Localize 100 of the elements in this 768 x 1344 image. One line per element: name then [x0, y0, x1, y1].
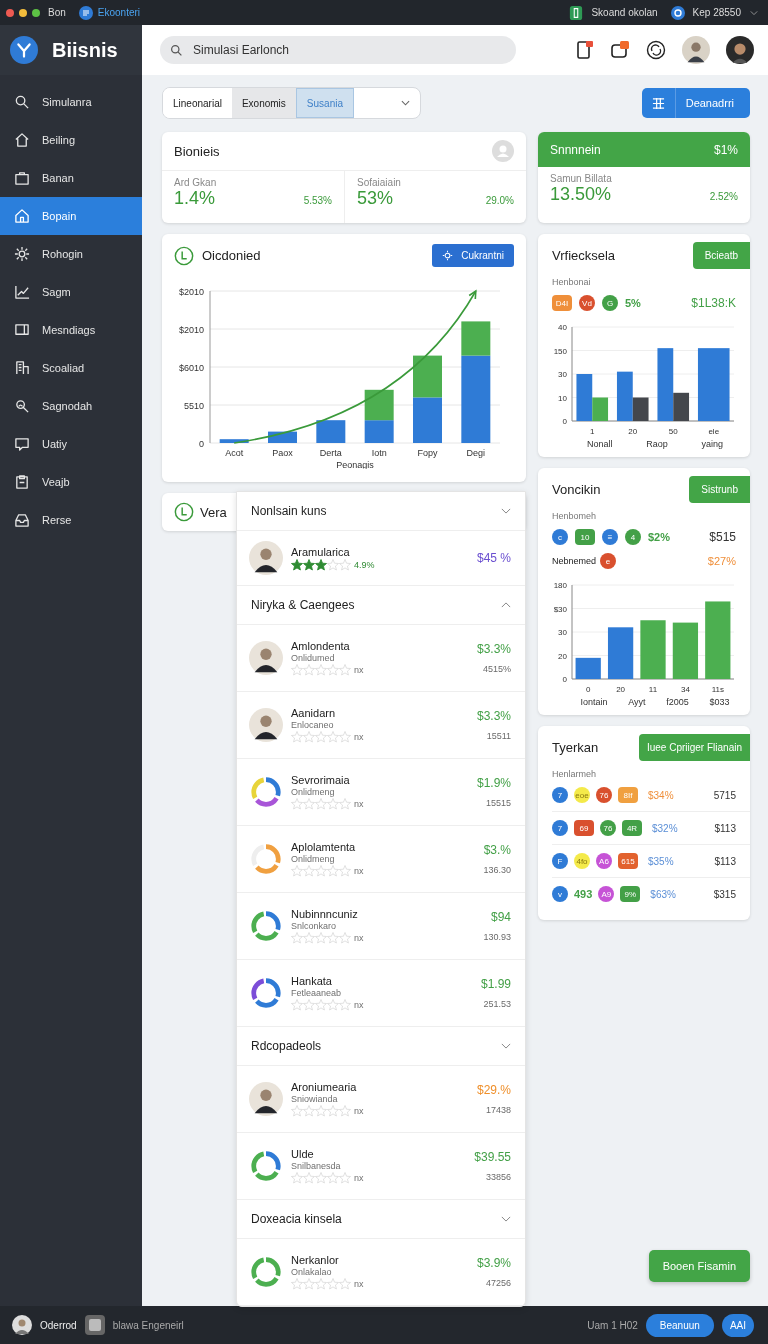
primary-button[interactable]: Deanadrri — [641, 88, 750, 118]
item-value: $3.3% — [476, 642, 511, 656]
axis-label: 0 — [199, 438, 204, 449]
axis-label: 20 — [558, 651, 567, 661]
search-field[interactable]: Simulasi Earlonch — [160, 36, 516, 64]
refresh-icon[interactable] — [646, 40, 666, 60]
list-item[interactable]: Aanidarn Enlocaneo nx $3.3% 15511 — [237, 692, 525, 759]
sidebar-item[interactable]: Uatiy — [0, 425, 142, 463]
bar — [672, 622, 699, 679]
item-amount: 4515% — [482, 664, 511, 674]
sidebar-item[interactable]: Banan — [0, 159, 142, 197]
tag: A6 — [596, 853, 612, 869]
item-subtitle: Onlidmeng — [291, 854, 336, 864]
item-name: Nubinnncuniz — [291, 908, 359, 920]
table-cell: 493 — [574, 888, 593, 900]
stat-label: Sofaiaiain — [357, 177, 402, 188]
stat-change: 2.52% — [709, 191, 738, 202]
building-icon — [14, 360, 30, 376]
item-name: Aroniumearia — [291, 1081, 358, 1093]
table-cell: $32% — [652, 822, 678, 834]
grid-icon — [651, 96, 665, 110]
bar — [413, 397, 442, 443]
axis-title: Iontain — [580, 697, 608, 707]
list-item[interactable]: Ulde Snilbanesda nx $39.55 33856 — [237, 1133, 525, 1200]
user-name: Oderrod — [40, 1319, 77, 1331]
list-item[interactable]: Hankata Fetleaaneab nx $1.99 251.53 — [237, 960, 525, 1027]
axis-title: Peonagis — [336, 460, 374, 469]
avatar-icon — [249, 541, 283, 575]
footer-button[interactable]: AAI — [721, 1313, 754, 1337]
footer-button[interactable]: Beanuun — [645, 1313, 714, 1337]
axis-label: 0 — [585, 685, 591, 694]
sidebar-item[interactable]: Veajb — [0, 463, 142, 501]
notification-icon[interactable] — [610, 40, 630, 60]
list-item[interactable]: Nerkanlor Onlakalao nx $3.9% 47256 — [237, 1239, 525, 1306]
axis-label: 0 — [562, 417, 567, 426]
axis-label: ele — [708, 427, 720, 436]
sidebar-item[interactable]: Scoaliad — [0, 349, 142, 387]
phone-icon[interactable] — [574, 40, 594, 60]
tag: v — [552, 886, 568, 902]
section-header[interactable]: Rdcopadeols — [237, 1027, 525, 1066]
chart-button[interactable]: Cukrantni — [432, 244, 514, 267]
maximize-window-icon[interactable] — [32, 8, 40, 17]
table-cell: 5715 — [713, 789, 736, 801]
section-header[interactable]: Doxeacia kinsela — [237, 1200, 525, 1239]
caret-icon — [401, 100, 410, 106]
axis-label: $2010 — [178, 324, 204, 335]
axis-label: 50 — [668, 427, 678, 436]
search-input[interactable]: Simulasi Earlonch — [191, 42, 495, 58]
phone-icon[interactable] — [569, 5, 584, 20]
axis-label: 10 — [558, 393, 567, 403]
caret-icon[interactable] — [750, 9, 758, 16]
list-item[interactable]: Aroniumearia Sniowianda nx $29.% 17438 — [237, 1066, 525, 1133]
list-item[interactable]: Aramularica 4.9% $45 % — [237, 531, 525, 586]
tag: A9 — [598, 886, 615, 902]
briefcase-icon — [14, 170, 30, 186]
list-item[interactable]: Aplolamtenta Onlidmeng nx $3.% 136.30 — [237, 826, 525, 893]
sidebar-item[interactable]: Sagm — [0, 273, 142, 311]
axis-title: f2005 — [666, 697, 689, 707]
clock-icon — [174, 502, 194, 522]
sidebar-item[interactable]: Rerse — [0, 501, 142, 539]
gear-icon — [14, 246, 30, 262]
ring-icon — [249, 1255, 283, 1289]
axis-label: 30 — [558, 628, 567, 637]
chart-icon — [14, 284, 30, 300]
tag: 8If — [618, 787, 638, 803]
sidebar-item[interactable]: Beiling — [0, 121, 142, 159]
card-subtitle: Henbomeh — [552, 511, 598, 521]
item-subtitle: Enlocaneo — [291, 720, 335, 730]
tag: 9% — [620, 886, 641, 902]
inbox-icon — [14, 512, 30, 528]
list-item[interactable]: Nubinnncuniz Snlconkaro nx $94 130.93 — [237, 893, 525, 960]
section-header[interactable]: Nonlsain kuns — [237, 492, 525, 531]
avatar-icon[interactable] — [682, 36, 710, 64]
sidebar-item[interactable]: Bopain — [0, 197, 142, 235]
segment-tab[interactable]: Exonomis — [231, 88, 296, 118]
list-item[interactable]: Sevrorimaia Onlidmeng nx $1.9% 15515 — [237, 759, 525, 826]
card-subtitle: Henbonai — [552, 277, 592, 287]
sidebar-item[interactable]: Rohogin — [0, 235, 142, 273]
section-header[interactable]: Niryka & Caengees — [237, 586, 525, 625]
avatar-icon[interactable] — [726, 36, 754, 64]
minimize-window-icon[interactable] — [19, 8, 27, 17]
sidebar-item[interactable]: Mesndiags — [0, 311, 142, 349]
item-amount: 15511 — [486, 731, 511, 741]
item-subtitle: Snilbanesda — [291, 1161, 342, 1171]
sidebar-item[interactable]: Simulanra — [0, 83, 142, 121]
item-name: Aramularica — [291, 545, 351, 558]
sidebar-item[interactable]: Sagnodah — [0, 387, 142, 425]
avatar-icon[interactable] — [12, 1315, 32, 1335]
account-icon[interactable] — [670, 5, 685, 20]
app-title: Ekoonteri — [97, 7, 141, 18]
close-window-icon[interactable] — [6, 8, 14, 17]
note-value: $27% — [707, 555, 736, 567]
app-name: Bon — [48, 7, 66, 18]
list-item[interactable]: Amlondenta Onlidumed nx $3.3% 4515% — [237, 625, 525, 692]
chevron-down-icon — [501, 1216, 511, 1222]
workspace-name: blawa Engeneirl — [112, 1319, 184, 1331]
item-amount: 17438 — [485, 1105, 511, 1115]
logo-icon — [10, 36, 38, 64]
workspace-icon[interactable] — [84, 1315, 105, 1335]
card-title: Bionieis — [174, 143, 220, 159]
